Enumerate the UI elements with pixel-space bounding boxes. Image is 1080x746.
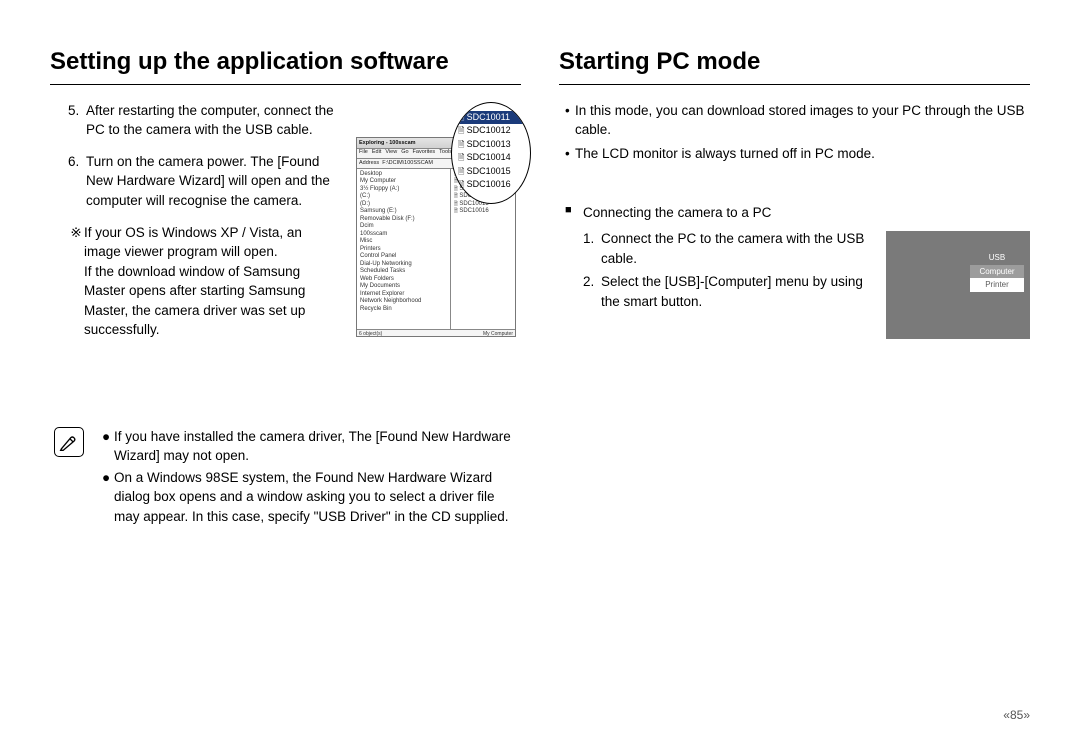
note-text: On a Windows 98SE system, the Found New …: [114, 468, 517, 527]
intro-text: In this mode, you can download stored im…: [575, 101, 1030, 140]
tree-item: My Computer: [360, 178, 447, 186]
explorer-tree: Desktop My Computer 3½ Floppy (A:) (C:) …: [357, 169, 451, 329]
step-number: 5.: [68, 101, 86, 140]
left-heading: Setting up the application software: [50, 45, 521, 85]
lcd-menu: USB Computer Printer: [970, 251, 1024, 292]
menu-item: Favorites: [413, 149, 436, 157]
tree-item: Control Panel: [360, 253, 447, 261]
tree-item: Dial-Up Networking: [360, 261, 447, 269]
left-step: 6. Turn on the camera power. The [Found …: [68, 152, 341, 211]
callout-item: SDC10015: [458, 165, 524, 179]
intro-text: The LCD monitor is always turned off in …: [575, 144, 875, 164]
explorer-statusbar: 6 object(s) My Computer: [357, 329, 515, 339]
step-text: Turn on the camera power. The [Found New…: [86, 152, 341, 211]
menu-item: File: [359, 149, 368, 157]
tree-item: Scheduled Tasks: [360, 268, 447, 276]
tree-item: Web Folders: [360, 276, 447, 284]
address-label: Address: [359, 159, 379, 168]
callout-item: SDC10011: [458, 111, 524, 125]
note-line: ● On a Windows 98SE system, the Found Ne…: [102, 468, 517, 527]
lcd-figure: USB Computer Printer: [886, 231, 1030, 339]
lcd-menu-item: Printer: [970, 278, 1024, 292]
step-text: Select the [USB]-[Computer] menu by usin…: [601, 272, 874, 311]
tree-item: Internet Explorer: [360, 291, 447, 299]
step-text: After restarting the computer, connect t…: [86, 101, 341, 140]
left-step: 5. After restarting the computer, connec…: [68, 101, 341, 140]
left-subnote: If the download window of Samsung Master…: [68, 262, 341, 340]
note-line: ● If you have installed the camera drive…: [102, 427, 517, 466]
step-number: 2.: [583, 272, 601, 311]
bullet-icon: •: [565, 101, 575, 140]
explorer-callout: SDC10011 SDC10012 SDC10013 SDC10014 SDC1…: [451, 102, 531, 204]
tree-item: (D:): [360, 201, 447, 209]
tree-item: 3½ Floppy (A:): [360, 186, 447, 194]
address-value: F:\DCIM\100SSCAM: [382, 159, 433, 168]
tree-item: My Documents: [360, 283, 447, 291]
square-bullet-icon: ■: [565, 203, 583, 223]
tree-item: Recycle Bin: [360, 306, 447, 314]
status-right: My Computer: [483, 330, 513, 339]
bullet-icon: ●: [102, 468, 114, 527]
explorer-figure: Exploring - 100sscam File Edit View Go F…: [356, 107, 521, 347]
note-box: ● If you have installed the camera drive…: [50, 427, 521, 529]
subnote-text: If your OS is Windows XP / Vista, an ima…: [84, 223, 341, 262]
menu-item: View: [385, 149, 397, 157]
page-number: 85: [1003, 707, 1030, 724]
intro-line: • The LCD monitor is always turned off i…: [565, 144, 1030, 164]
reference-mark-icon: ※: [68, 223, 84, 262]
menu-item: Go: [401, 149, 408, 157]
status-left: 6 object(s): [359, 330, 382, 339]
lcd-menu-item: Computer: [970, 265, 1024, 279]
note-text: If you have installed the camera driver,…: [114, 427, 517, 466]
right-heading: Starting PC mode: [559, 45, 1030, 85]
lcd-menu-title: USB: [970, 251, 1024, 265]
tree-item: 100sscam: [360, 231, 447, 239]
tree-item: Network Neighborhood: [360, 298, 447, 306]
step-number: 1.: [583, 229, 601, 268]
right-step: 2. Select the [USB]-[Computer] menu by u…: [583, 272, 874, 311]
callout-item: SDC10016: [458, 178, 524, 192]
callout-item: SDC10013: [458, 138, 524, 152]
tree-item: Removable Disk (F:): [360, 216, 447, 224]
bullet-icon: •: [565, 144, 575, 164]
right-sub-heading: ■ Connecting the camera to a PC: [565, 203, 1030, 223]
tree-item: Dcim: [360, 223, 447, 231]
list-item: SDC10016: [454, 208, 512, 216]
tree-item: Samsung (E:): [360, 208, 447, 216]
callout-item: SDC10014: [458, 151, 524, 165]
subnote-text: If the download window of Samsung Master…: [84, 262, 341, 340]
step-text: Connect the PC to the camera with the US…: [601, 229, 874, 268]
left-subnote: ※ If your OS is Windows XP / Vista, an i…: [68, 223, 341, 262]
callout-item: SDC10012: [458, 124, 524, 138]
bullet-icon: ●: [102, 427, 114, 466]
intro-line: • In this mode, you can download stored …: [565, 101, 1030, 140]
tree-item: Misc: [360, 238, 447, 246]
sub-heading-text: Connecting the camera to a PC: [583, 203, 771, 223]
tree-item: Desktop: [360, 171, 447, 179]
step-number: 6.: [68, 152, 86, 211]
menu-item: Edit: [372, 149, 381, 157]
right-step: 1. Connect the PC to the camera with the…: [583, 229, 874, 268]
tree-item: Printers: [360, 246, 447, 254]
note-icon: [54, 427, 84, 457]
tree-item: (C:): [360, 193, 447, 201]
